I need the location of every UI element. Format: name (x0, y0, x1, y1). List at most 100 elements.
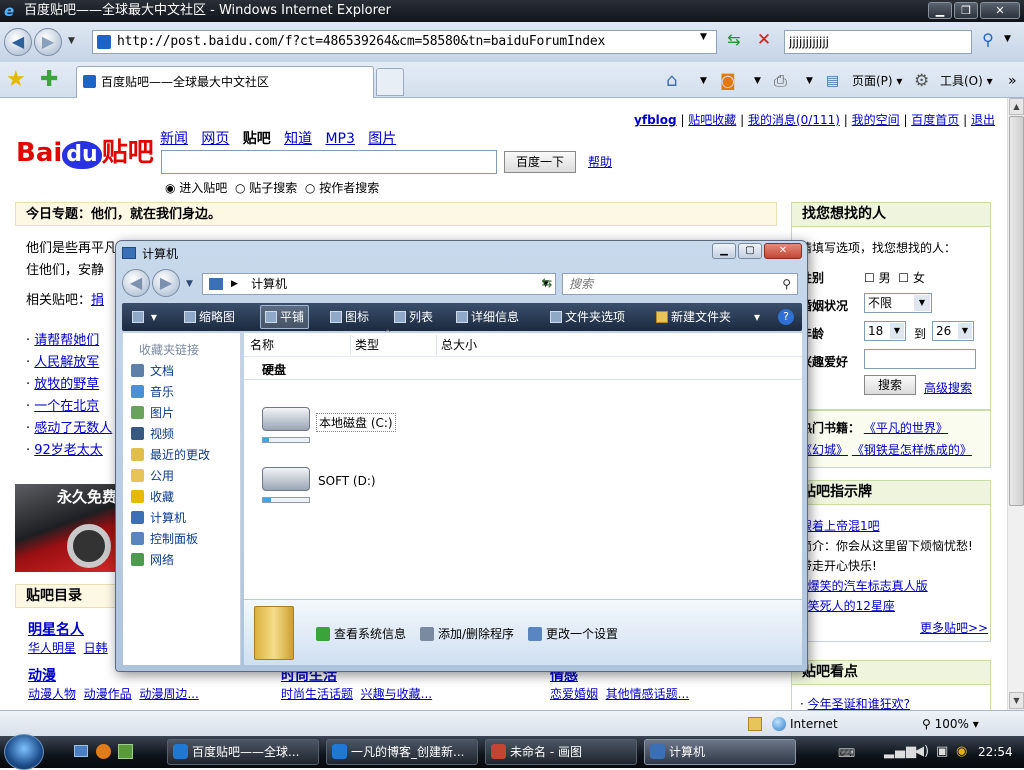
female-checkbox[interactable]: ☐ 女 (898, 271, 925, 285)
search-icon[interactable]: ⚲ (782, 274, 791, 294)
clock[interactable]: 22:54 (978, 736, 1013, 768)
recent-pages-icon[interactable]: ▼ (186, 279, 193, 289)
highlight-link[interactable]: 今年圣诞和谁狂欢? (808, 697, 910, 710)
explorer-back-button[interactable]: ◀ (122, 269, 150, 297)
view-icons[interactable]: 图标 (330, 303, 369, 331)
back-button[interactable]: ◀ (4, 28, 32, 56)
search-icon[interactable]: ⚲ (976, 30, 1000, 54)
fav-public[interactable]: 公用 (131, 468, 174, 484)
minimize-button[interactable]: ▁ (928, 2, 952, 19)
address-dropdown-icon[interactable]: ▼ (700, 32, 707, 42)
action-system-info[interactable]: 查看系统信息 (316, 626, 406, 642)
related-link[interactable]: 捐 (91, 293, 104, 308)
explorer-search-input[interactable]: 搜索 ⚲ (562, 273, 798, 295)
feeds-icon[interactable]: ◙ (720, 68, 736, 94)
baidu-search-input[interactable] (161, 150, 497, 174)
messages-link[interactable]: 我的消息(0/111) (748, 113, 840, 127)
topic-link[interactable]: 放牧的野草 (34, 377, 99, 392)
nav-images[interactable]: 图片 (368, 131, 396, 147)
home-dropdown-icon[interactable]: ▼ (700, 68, 707, 94)
explorer-refresh-icon[interactable]: ⇆ (536, 273, 558, 295)
explorer-minimize-button[interactable]: ▁ (712, 243, 736, 259)
scroll-up-icon[interactable]: ▲ (1009, 98, 1024, 115)
help-icon[interactable]: ? (778, 309, 794, 325)
tray-app-icon[interactable]: ◉ (956, 744, 967, 759)
male-checkbox[interactable]: ☐ 男 (864, 271, 891, 285)
guide-link[interactable]: 爆笑的汽车标志真人版 (808, 579, 928, 593)
explorer-close-button[interactable]: ✕ (764, 243, 802, 259)
age-to-select[interactable]: 26 ▼ (932, 321, 974, 341)
show-desktop-icon[interactable] (74, 745, 88, 757)
age-from-select[interactable]: 18 ▼ (864, 321, 906, 341)
topic-link[interactable]: 请帮帮她们 (34, 333, 99, 348)
task-computer[interactable]: 计算机 (644, 739, 796, 765)
favorites-star-icon[interactable]: ★ (6, 68, 26, 92)
column-total-size[interactable]: 总大小 (436, 335, 477, 355)
nav-zhidao[interactable]: 知道 (284, 131, 312, 147)
volume-icon[interactable]: ◀) (914, 744, 929, 759)
fav-music[interactable]: 音乐 (131, 384, 174, 400)
action-add-remove[interactable]: 添加/删除程序 (420, 626, 514, 642)
breadcrumb-arrow-icon[interactable]: ▶ (231, 274, 238, 294)
column-type[interactable]: 类型 (350, 335, 379, 355)
new-tab-button[interactable] (376, 68, 404, 96)
home-icon[interactable]: ⌂ (666, 68, 677, 94)
nav-news[interactable]: 新闻 (160, 131, 188, 147)
dir-cat-stars[interactable]: 明星名人 (28, 619, 84, 639)
maximize-button[interactable]: ❐ (954, 2, 978, 19)
nav-mp3[interactable]: MP3 (325, 131, 354, 147)
radio-post-search[interactable]: ○ 贴子搜索 (235, 181, 297, 195)
dir-sub-link[interactable]: 兴趣与收藏... (361, 687, 432, 701)
help-link[interactable]: 帮助 (588, 153, 612, 170)
logout-link[interactable]: 退出 (971, 113, 995, 127)
action-change-setting[interactable]: 更改一个设置 (528, 626, 618, 642)
view-details[interactable]: 详细信息 (456, 303, 519, 331)
dir-cat-anime[interactable]: 动漫 (28, 665, 56, 685)
history-dropdown-icon[interactable]: ▼ (68, 36, 75, 46)
address-field[interactable]: http://post.baidu.com/f?ct=486539264&cm=… (92, 30, 717, 54)
task-paint[interactable]: 未命名 - 画图 (485, 739, 637, 765)
baidu-search-button[interactable]: 百度一下 (504, 151, 576, 173)
monitor-icon[interactable]: ▣ (936, 744, 948, 759)
radio-author-search[interactable]: ○ 按作者搜索 (305, 181, 379, 195)
more-commands-icon[interactable]: ▾ (754, 303, 760, 331)
fav-computer[interactable]: 计算机 (131, 510, 186, 526)
dir-sub-link[interactable]: 恋爱婚姻 (550, 687, 598, 701)
folder-options-button[interactable]: 文件夹选项 (550, 303, 625, 331)
print-icon[interactable]: ⎙ (774, 68, 787, 94)
dir-sub-link[interactable]: 动漫周边... (139, 687, 198, 701)
fav-videos[interactable]: 视频 (131, 426, 174, 442)
dir-sub-link[interactable]: 日韩 (84, 641, 108, 655)
people-search-button[interactable]: 搜索 (864, 375, 916, 395)
fav-recent[interactable]: 最近的更改 (131, 447, 210, 463)
task-ie-baidu[interactable]: 百度贴吧——全球... (167, 739, 319, 765)
fav-network[interactable]: 网络 (131, 552, 174, 568)
topic-link[interactable]: 感动了无数人 (34, 421, 112, 436)
guide-link[interactable]: 笑死人的12星座 (808, 599, 895, 613)
close-button[interactable]: ✕ (980, 2, 1020, 19)
dir-sub-link[interactable]: 华人明星 (28, 641, 76, 655)
explorer-address-bar[interactable]: ▶ 计算机 ▼ (202, 273, 556, 295)
topic-link[interactable]: 92岁老太太 (34, 443, 103, 458)
new-folder-button[interactable]: 新建文件夹 (656, 303, 731, 331)
column-name[interactable]: 名称 (250, 335, 274, 355)
zoom-control[interactable]: ⚲ 100% ▾ (922, 711, 979, 737)
chevron-more-icon[interactable]: » (1008, 68, 1017, 94)
dir-sub-link[interactable]: 其他情感话题... (606, 687, 689, 701)
refresh-icon[interactable]: ⇆ (722, 30, 746, 54)
scroll-thumb[interactable] (1009, 116, 1024, 506)
media-player-icon[interactable] (96, 744, 111, 759)
advanced-search-link[interactable]: 高级搜索 (924, 379, 972, 396)
favorites-link[interactable]: 贴吧收藏 (688, 113, 736, 127)
view-tiles[interactable]: 平铺 (260, 305, 310, 329)
dir-sub-link[interactable]: 动漫作品 (84, 687, 132, 701)
fav-control-panel[interactable]: 控制面板 (131, 531, 198, 547)
stop-icon[interactable]: ✕ (752, 30, 776, 54)
organize-button[interactable]: ▾ (132, 303, 157, 331)
page-menu[interactable]: 页面(P) ▾ (852, 68, 902, 94)
user-link[interactable]: yfblog (634, 113, 677, 127)
start-button[interactable] (4, 734, 44, 770)
fav-documents[interactable]: 文档 (131, 363, 174, 379)
hobby-input[interactable] (864, 349, 976, 369)
view-list[interactable]: 列表 (394, 303, 433, 331)
